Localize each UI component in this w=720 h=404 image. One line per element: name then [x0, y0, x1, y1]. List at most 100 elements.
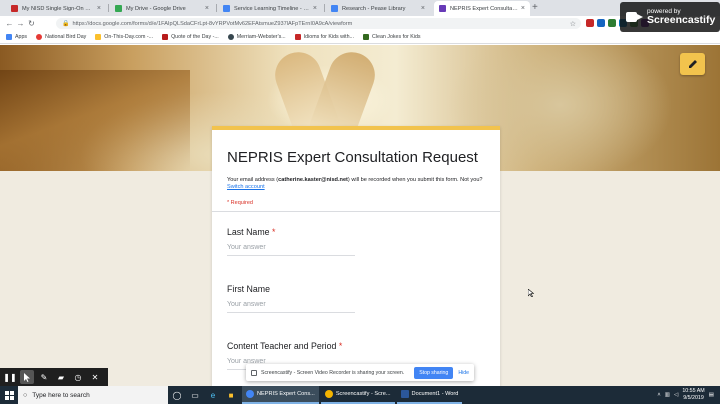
hide-button[interactable]: Hide	[458, 370, 469, 376]
clock[interactable]: 10:55 AM 9/5/2019	[682, 388, 704, 402]
bookmark-merriam-webster[interactable]: Merriam-Webster's...	[227, 34, 286, 40]
close-icon[interactable]: ×	[205, 5, 209, 12]
edge-icon[interactable]: e	[204, 386, 222, 404]
bookmark-label: Merriam-Webster's...	[236, 34, 286, 40]
tab-google-drive[interactable]: My Drive - Google Drive ×	[110, 1, 214, 16]
bookmarks-bar: Apps National Bird Day On-This-Day.com -…	[0, 31, 720, 44]
taskbar-search-input[interactable]: ○ Type here to search	[18, 386, 168, 404]
required-asterisk: *	[272, 227, 276, 237]
form-description: Your email address (catherine.kaster@nis…	[227, 177, 489, 191]
pointer-icon[interactable]	[20, 370, 34, 384]
tab-label: NEPRIS Expert Consultation Requ	[450, 5, 518, 12]
apps-grid-icon	[6, 34, 12, 40]
pencil-icon	[688, 60, 697, 68]
close-icon[interactable]: ×	[521, 5, 525, 12]
reload-icon[interactable]: ↻	[26, 19, 37, 28]
question-first-name: First Name	[227, 284, 485, 294]
bookmark-label: Quote of the Day -...	[171, 34, 219, 40]
taskbar-app-label: Screencastify - Scre...	[335, 391, 391, 397]
close-icon[interactable]: ×	[421, 5, 425, 12]
nisd-favicon-icon	[11, 5, 18, 12]
search-placeholder: Type here to search	[32, 391, 90, 399]
windows-start-icon[interactable]	[0, 386, 18, 404]
tab-pease-library[interactable]: Research - Pease Library ×	[326, 1, 430, 16]
bookmark-label: Apps	[15, 34, 28, 40]
bookmark-favicon-icon	[95, 34, 102, 40]
volume-icon[interactable]: ◁	[674, 392, 678, 398]
url-text: https://docs.google.com/forms/d/e/1FAIpQ…	[72, 20, 353, 27]
bookmark-national-bird-day[interactable]: National Bird Day	[36, 34, 86, 40]
chevron-up-icon[interactable]: ˄	[657, 392, 660, 398]
search-icon: ○	[23, 391, 28, 399]
extension-icon[interactable]	[597, 19, 605, 27]
bookmark-on-this-day[interactable]: On-This-Day.com -...	[95, 34, 153, 40]
bookmark-favicon-icon	[227, 34, 234, 40]
timer-icon[interactable]: ◷	[71, 370, 85, 384]
file-explorer-icon[interactable]: ■	[222, 386, 240, 404]
back-arrow-icon[interactable]: ←	[4, 19, 15, 28]
taskbar-app-chrome-form[interactable]: NEPRIS Expert Cons...	[242, 386, 319, 404]
close-icon[interactable]: ×	[97, 5, 101, 12]
bookmark-favicon-icon	[162, 34, 169, 40]
question-label: First Name	[227, 284, 271, 294]
network-icon[interactable]: ▥	[665, 392, 670, 398]
divider	[212, 211, 500, 212]
cortana-icon[interactable]: ◯	[168, 386, 186, 404]
last-name-input[interactable]: Your answer	[227, 244, 355, 256]
tab-label: My NISD Single Sign-On Portal	[22, 5, 94, 12]
taskbar-app-word[interactable]: Document1 - Word	[396, 386, 463, 404]
form-card: NEPRIS Expert Consultation Request Your …	[212, 126, 500, 386]
forward-arrow-icon[interactable]: →	[15, 19, 26, 28]
taskbar-app-label: Document1 - Word	[411, 391, 459, 397]
tab-strip: My NISD Single Sign-On Portal × My Drive…	[0, 0, 720, 16]
screencastify-logo-icon	[624, 7, 644, 27]
word-icon	[400, 390, 409, 398]
windows-taskbar: ○ Type here to search ◯ ▭ e ■ NEPRIS Exp…	[0, 386, 720, 404]
tab-nisd-portal[interactable]: My NISD Single Sign-On Portal ×	[6, 1, 106, 16]
question-last-name: Last Name *	[227, 227, 485, 237]
chrome-icon	[246, 390, 254, 398]
extension-icon[interactable]	[608, 19, 616, 27]
address-bar[interactable]: 🔒 https://docs.google.com/forms/d/e/1FAI…	[56, 18, 581, 29]
close-icon[interactable]: ✕	[88, 370, 102, 384]
tab-label: My Drive - Google Drive	[126, 5, 186, 12]
bookmark-apps[interactable]: Apps	[6, 34, 27, 40]
notifications-icon[interactable]: ▤	[709, 392, 714, 398]
stop-sharing-button[interactable]: Stop sharing	[414, 366, 454, 379]
extension-icon[interactable]	[586, 19, 594, 27]
star-icon[interactable]: ☆	[570, 20, 576, 28]
task-view-icon[interactable]: ▭	[186, 386, 204, 404]
bookmark-favicon-icon	[36, 34, 43, 40]
bookmark-quote-of-the-day[interactable]: Quote of the Day -...	[162, 34, 219, 40]
tab-service-learning[interactable]: Service Learning Timeline - Goo ×	[218, 1, 322, 16]
bookmark-label: National Bird Day	[45, 34, 87, 40]
form-page: NEPRIS Expert Consultation Request Your …	[0, 45, 720, 386]
bookmark-label: Clean Jokes for Kids	[372, 34, 421, 40]
tab-nepris-form[interactable]: NEPRIS Expert Consultation Requ ×	[434, 1, 530, 16]
pause-icon[interactable]: ❚❚	[3, 370, 17, 384]
bookmark-label: On-This-Day.com -...	[104, 34, 154, 40]
sites-favicon-icon	[331, 5, 338, 12]
docs-favicon-icon	[223, 5, 230, 12]
tab-label: Research - Pease Library	[342, 5, 406, 12]
highlighter-icon[interactable]: ▰	[54, 370, 68, 384]
bookmark-label: Idioms for Kids with...	[303, 34, 354, 40]
close-icon[interactable]: ×	[313, 5, 317, 12]
chrome-icon	[324, 390, 333, 398]
taskbar-app-screencastify[interactable]: Screencastify - Scre...	[320, 386, 395, 404]
pen-icon[interactable]: ✎	[37, 370, 51, 384]
forms-favicon-icon	[439, 5, 446, 12]
bookmark-clean-jokes[interactable]: Clean Jokes for Kids	[363, 34, 421, 40]
screen-sharing-bar: Screencastify - Screen Video Recorder is…	[246, 364, 474, 381]
annotation-toolbar: ❚❚ ✎ ▰ ◷ ✕	[0, 368, 108, 386]
edit-button[interactable]	[680, 53, 705, 75]
switch-account-link[interactable]: Switch account	[227, 184, 265, 190]
bookmark-favicon-icon	[363, 34, 369, 40]
desc-prefix: Your email address (	[227, 177, 279, 183]
watermark-brand-text: Screencastify	[647, 14, 716, 26]
tab-label: Service Learning Timeline - Goo	[234, 5, 310, 12]
system-tray: ˄ ▥ ◁ 10:55 AM 9/5/2019 ▤	[657, 388, 720, 402]
bookmark-idioms-for-kids[interactable]: Idioms for Kids with...	[294, 34, 354, 40]
first-name-input[interactable]: Your answer	[227, 301, 355, 313]
new-tab-icon[interactable]: +	[532, 2, 538, 13]
